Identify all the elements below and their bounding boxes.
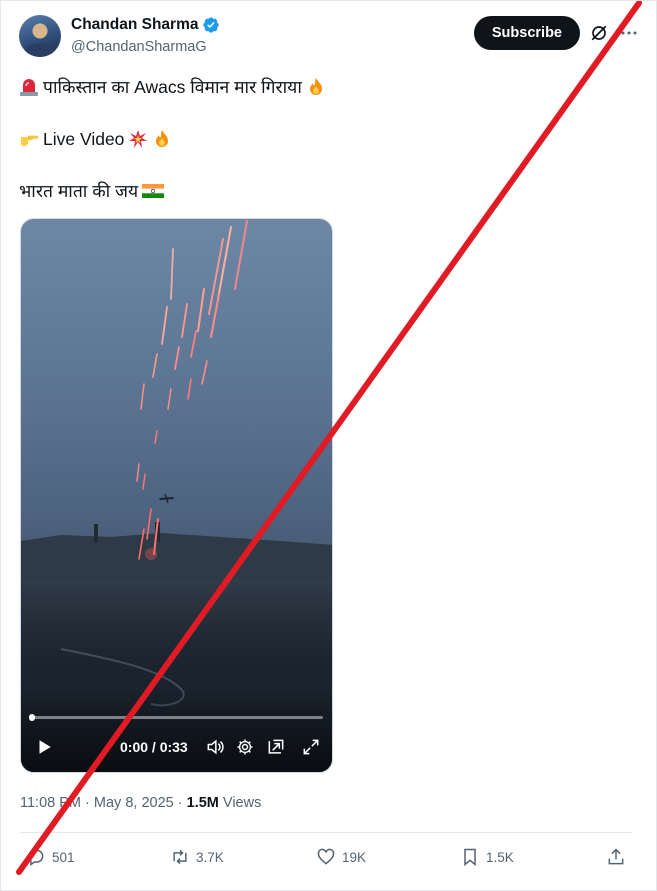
tweet-header: Chandan Sharma @ChandanSharmaG Subscribe bbox=[19, 15, 638, 61]
india-flag-emoji-icon bbox=[142, 184, 165, 198]
grok-icon[interactable] bbox=[590, 24, 608, 42]
play-icon[interactable] bbox=[35, 738, 53, 756]
verified-badge-icon bbox=[203, 17, 220, 33]
tweet-card: Chandan Sharma @ChandanSharmaG Subscribe… bbox=[0, 0, 657, 891]
repost-icon bbox=[173, 849, 187, 865]
fullscreen-icon[interactable] bbox=[301, 737, 321, 757]
collision-emoji-icon bbox=[129, 130, 148, 148]
author-display-name[interactable]: Chandan Sharma bbox=[71, 16, 198, 34]
tweet-line-3-text: भारत माता की जय bbox=[19, 181, 139, 201]
views-count: 1.5M bbox=[186, 795, 219, 811]
tweet-meta: 11:08 PM · May 8, 2025 · 1.5M Views bbox=[20, 795, 261, 811]
settings-gear-icon[interactable] bbox=[235, 737, 255, 757]
video-player[interactable]: 0:00 / 0:33 bbox=[20, 218, 333, 773]
video-progress-thumb[interactable] bbox=[29, 714, 35, 721]
share-button[interactable] bbox=[606, 847, 626, 867]
pointing-right-emoji-icon bbox=[21, 135, 39, 146]
reply-icon bbox=[28, 849, 44, 866]
author-handle[interactable]: @ChandanSharmaG bbox=[71, 39, 207, 55]
tweet-line-1: पाकिस्तान का Awacs विमान मार गिराया bbox=[19, 75, 326, 99]
video-frame-scene bbox=[21, 220, 332, 772]
reply-count: 501 bbox=[52, 849, 75, 865]
bookmark-count: 1.5K bbox=[486, 849, 514, 865]
video-time: 0:00 / 0:33 bbox=[120, 739, 188, 755]
tweet-time[interactable]: 11:08 PM bbox=[20, 795, 81, 811]
tweet-line-2-text: Live Video bbox=[43, 129, 125, 149]
picture-in-picture-icon[interactable] bbox=[266, 737, 286, 757]
tweet-line-2: Live Video bbox=[19, 127, 172, 151]
like-count: 19K bbox=[342, 849, 367, 865]
share-upload-icon bbox=[608, 848, 624, 865]
video-progress-bar[interactable] bbox=[29, 714, 323, 721]
volume-icon[interactable] bbox=[205, 737, 225, 757]
fire-emoji-icon bbox=[309, 78, 322, 95]
heart-icon bbox=[317, 848, 335, 865]
avatar[interactable] bbox=[19, 15, 61, 57]
repost-count: 3.7K bbox=[196, 849, 224, 865]
video-controls: 0:00 / 0:33 bbox=[21, 734, 332, 760]
meta-separator-2: · bbox=[177, 795, 183, 811]
divider bbox=[20, 832, 632, 833]
siren-emoji-icon bbox=[20, 79, 38, 96]
reply-button[interactable]: 501 bbox=[26, 847, 75, 867]
tweet-date[interactable]: May 8, 2025 bbox=[94, 795, 174, 811]
views-label: Views bbox=[222, 795, 262, 811]
tweet-line-3: भारत माता की जय bbox=[19, 179, 165, 203]
subscribe-button[interactable]: Subscribe bbox=[473, 16, 580, 50]
like-button[interactable]: 19K bbox=[316, 847, 366, 867]
meta-separator-1: · bbox=[85, 795, 90, 811]
bookmark-button[interactable]: 1.5K bbox=[460, 847, 514, 867]
tweet-actions: 501 3.7K 19K 1.5K bbox=[20, 847, 632, 871]
author-name-row[interactable]: Chandan Sharma bbox=[71, 16, 220, 34]
fire-emoji-icon-2 bbox=[156, 130, 169, 147]
bookmark-icon bbox=[464, 848, 476, 867]
more-options-icon[interactable] bbox=[620, 24, 638, 42]
tweet-line-1-text: पाकिस्तान का Awacs विमान मार गिराया bbox=[43, 77, 302, 97]
repost-button[interactable]: 3.7K bbox=[170, 847, 224, 867]
